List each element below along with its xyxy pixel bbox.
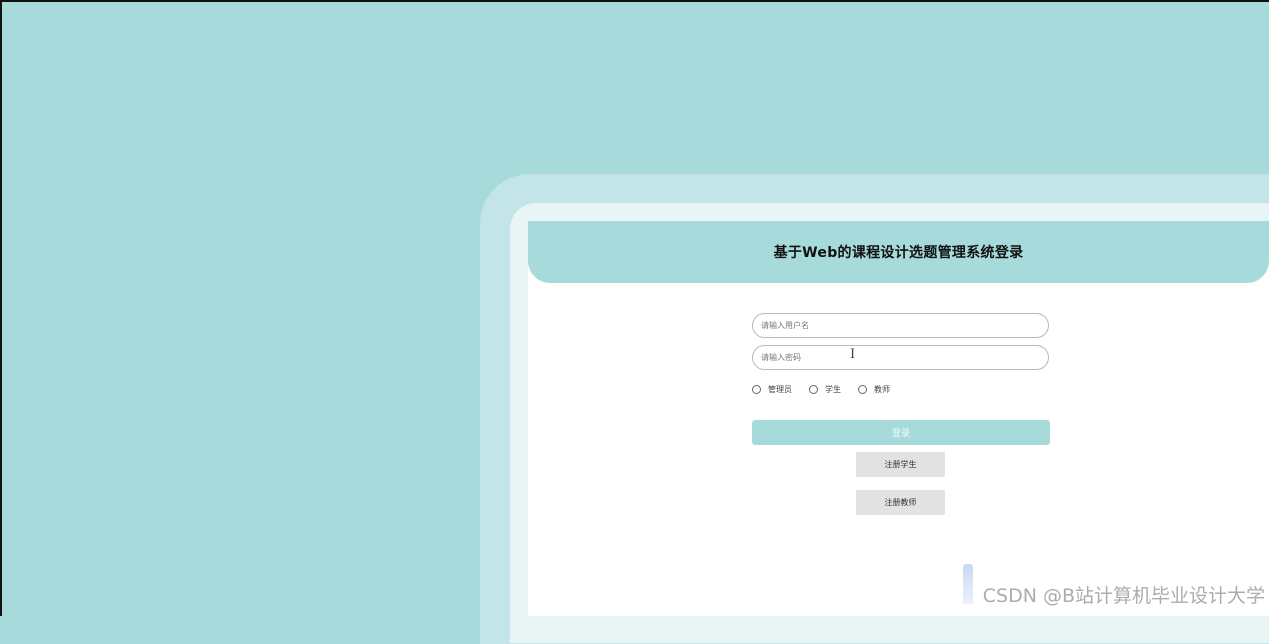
screen-top-edge [0, 0, 1269, 2]
radio-button-icon[interactable] [809, 385, 818, 394]
screen-left-edge [0, 0, 2, 616]
text-cursor-icon: I [850, 347, 856, 362]
watermark-text: CSDN @B站计算机毕业设计大学 [982, 585, 1265, 607]
login-page: 基于Web的课程设计选题管理系统登录 I 管理员 学生 教师 登录 注册学生 注… [528, 221, 1269, 616]
login-button[interactable]: 登录 [752, 420, 1050, 445]
role-option-student[interactable]: 学生 [809, 384, 841, 395]
radio-button-icon[interactable] [858, 385, 867, 394]
role-label-teacher: 教师 [874, 385, 890, 394]
page-header: 基于Web的课程设计选题管理系统登录 [528, 221, 1269, 283]
role-radio-group: 管理员 学生 教师 [752, 384, 907, 395]
role-option-teacher[interactable]: 教师 [858, 384, 890, 395]
register-teacher-button[interactable]: 注册教师 [856, 490, 945, 515]
watermark-logo-icon [963, 564, 973, 604]
role-option-admin[interactable]: 管理员 [752, 384, 792, 395]
password-input[interactable] [752, 345, 1049, 370]
radio-button-icon[interactable] [752, 385, 761, 394]
username-input[interactable] [752, 313, 1049, 338]
page-title: 基于Web的课程设计选题管理系统登录 [773, 245, 1024, 261]
role-label-admin: 管理员 [768, 385, 792, 394]
role-label-student: 学生 [825, 385, 841, 394]
register-student-button[interactable]: 注册学生 [856, 452, 945, 477]
